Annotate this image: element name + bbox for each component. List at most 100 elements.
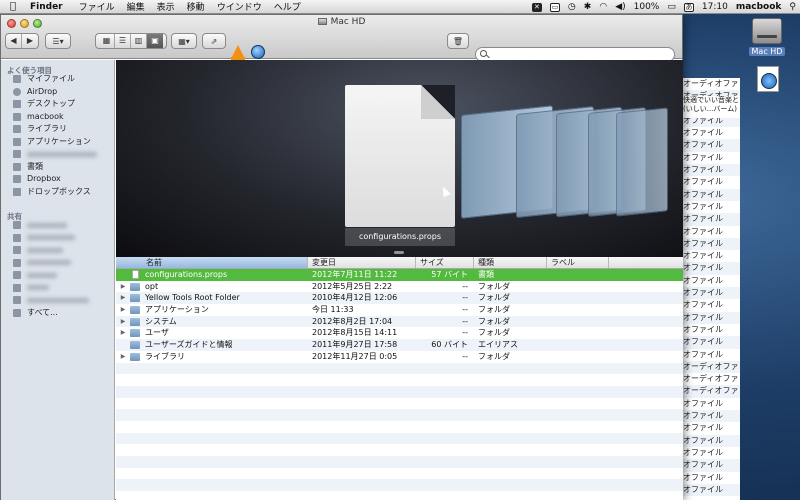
table-row[interactable]	[116, 491, 683, 500]
column-size[interactable]: サイズ	[416, 257, 474, 268]
cover-document-icon[interactable]	[345, 85, 455, 227]
user-menu[interactable]: macbook	[732, 2, 786, 12]
action-menu-button[interactable]: ☰▾	[45, 33, 71, 49]
row-size: --	[462, 281, 468, 291]
column-filler	[609, 257, 683, 268]
sidebar-item-dropbox-jp[interactable]: ドロップボックス	[1, 186, 114, 199]
documents-icon	[13, 162, 21, 171]
table-row[interactable]: configurations.props 2012年7月11日 11:22 57 バ…	[116, 269, 683, 281]
clock[interactable]: 17:10	[698, 2, 732, 12]
desktop-quicktime-file-icon[interactable]	[748, 66, 788, 92]
table-row[interactable]	[116, 409, 683, 421]
disclosure-triangle-icon[interactable]: ▶	[116, 327, 130, 339]
table-row[interactable]: ▶ システム 2012年8月2日 17:04 -- フォルダ	[116, 315, 683, 328]
cover-flow-scroller[interactable]	[394, 251, 404, 254]
sidebar-item-library[interactable]: ライブラリ	[1, 123, 114, 136]
back-icon[interactable]: ◀	[6, 34, 22, 48]
sidebar-item-dropbox[interactable]: Dropbox	[1, 173, 114, 186]
row-date: 2010年4月12日 12:06	[312, 293, 398, 303]
sidebar-item-desktop[interactable]: デスクトップ	[1, 98, 114, 111]
status-app-icon[interactable]: ✕	[528, 2, 546, 12]
quicktime-icon[interactable]	[251, 45, 265, 59]
icon-view-icon[interactable]: ▦	[99, 34, 115, 48]
table-row[interactable]	[116, 385, 683, 398]
spotlight-icon[interactable]: ⚲	[785, 2, 800, 12]
table-row[interactable]	[116, 398, 683, 410]
input-menu-icon[interactable]: あ	[680, 2, 698, 12]
sidebar-shared-item[interactable]	[1, 282, 114, 295]
column-view-icon[interactable]: ▥	[131, 34, 147, 48]
table-row[interactable]: ▶ ユーザ 2012年8月15日 14:11 -- フォルダ	[116, 327, 683, 339]
blurred-label	[27, 222, 67, 228]
table-row[interactable]: ▶ アプリケーション 今日 11:33 -- フォルダ	[116, 304, 683, 316]
volume-icon[interactable]: ◀)	[611, 2, 629, 12]
menu-go[interactable]: 移動	[181, 0, 211, 13]
desktop-hd-icon[interactable]: Mac HD	[742, 18, 792, 56]
sidebar-item-airdrop[interactable]: AirDrop	[1, 86, 114, 99]
bluetooth-icon[interactable]: ✱	[580, 2, 596, 12]
table-row[interactable]: ▶ ライブラリ 2012年11月27日 0:05 -- フォルダ	[116, 351, 683, 363]
background-finder-window[interactable]: オーディオファオーディオファイルオファイルオファイルオファイルオファイルオファイ…	[676, 78, 740, 500]
file-rows: configurations.props 2012年7月11日 11:22 57 バ…	[116, 269, 683, 500]
menu-help[interactable]: ヘルプ	[268, 0, 307, 13]
table-row[interactable]	[116, 432, 683, 445]
share-button[interactable]: ⇗	[202, 33, 226, 49]
sidebar-shared-item[interactable]	[1, 244, 114, 257]
forward-icon[interactable]: ▶	[22, 34, 38, 48]
apple-menu-icon[interactable]: 	[0, 1, 26, 12]
trash-button[interactable]: 🗑	[447, 33, 469, 49]
table-row[interactable]	[116, 362, 683, 375]
sidebar-shared-item[interactable]	[1, 269, 114, 282]
table-row[interactable]	[116, 468, 683, 480]
column-date[interactable]: 変更日	[308, 257, 416, 268]
table-row[interactable]	[116, 444, 683, 456]
sidebar-shared-item[interactable]	[1, 219, 114, 232]
battery-icon[interactable]: ▭	[663, 2, 680, 12]
disclosure-triangle-icon[interactable]: ▶	[116, 281, 130, 293]
sidebar-item-applications[interactable]: アプリケーション	[1, 136, 114, 149]
background-file-list: オーディオファオーディオファイルオファイルオファイルオファイルオファイルオファイ…	[677, 78, 740, 497]
cover-flow-view-icon[interactable]: ▣	[147, 34, 163, 48]
table-row[interactable]	[116, 456, 683, 468]
cover-flow-view[interactable]: configurations.props	[116, 60, 683, 257]
row-kind: フォルダ	[478, 316, 510, 326]
title-bar[interactable]: Mac HD ◀ ▶ ☰▾ ▦ ☰ ▥ ▣ ▦▾ ⇗ 🗑	[1, 15, 682, 62]
sidebar-item-blurred[interactable]	[1, 148, 114, 161]
menu-edit[interactable]: 編集	[121, 0, 151, 13]
sidebar-item-all-my-files[interactable]: マイファイル	[1, 73, 114, 86]
disclosure-triangle-icon[interactable]: ▶	[116, 316, 130, 328]
menu-file[interactable]: ファイル	[73, 0, 121, 13]
disclosure-triangle-icon[interactable]: ▶	[116, 292, 130, 304]
table-row[interactable]: ユーザーズガイドと情報 2011年9月27日 17:58 60 バイト エイリアス	[116, 339, 683, 351]
sidebar-shared-item[interactable]	[1, 257, 114, 270]
sidebar-shared-all[interactable]: すべて...	[1, 307, 114, 320]
sidebar-item-home[interactable]: macbook	[1, 111, 114, 124]
display-icon[interactable]: ▭	[546, 2, 564, 12]
arrange-button[interactable]: ▦▾	[171, 33, 197, 49]
table-row[interactable]	[116, 374, 683, 386]
table-row[interactable]	[116, 421, 683, 433]
time-machine-icon[interactable]: ◷	[564, 2, 580, 12]
vlc-cone-icon[interactable]	[231, 45, 245, 60]
table-row[interactable]: ▶ Yellow Tools Root Folder 2010年4月12日 12:0…	[116, 292, 683, 305]
menu-view[interactable]: 表示	[151, 0, 181, 13]
menu-window[interactable]: ウインドウ	[211, 0, 268, 13]
folder-icon	[13, 150, 21, 159]
column-label[interactable]: ラベル	[547, 257, 609, 268]
blurred-label	[27, 151, 97, 157]
table-row[interactable]	[116, 479, 683, 492]
table-row[interactable]: ▶ opt 2012年5月25日 2:22 -- フォルダ	[116, 281, 683, 293]
battery-percent[interactable]: 100%	[630, 2, 664, 12]
sidebar-shared-item[interactable]	[1, 294, 114, 307]
column-name[interactable]: 名前	[116, 257, 308, 268]
sidebar-item-documents[interactable]: 書類	[1, 161, 114, 174]
row-name: アプリケーション	[145, 305, 209, 315]
wifi-icon[interactable]: ◠	[595, 2, 611, 12]
disclosure-triangle-icon[interactable]: ▶	[116, 351, 130, 363]
menu-app-finder[interactable]: Finder	[26, 2, 73, 12]
column-kind[interactable]: 種類	[474, 257, 547, 268]
sidebar-shared-item[interactable]	[1, 232, 114, 245]
list-view-icon[interactable]: ☰	[115, 34, 131, 48]
network-icon	[13, 308, 21, 317]
disclosure-triangle-icon[interactable]: ▶	[116, 304, 130, 316]
